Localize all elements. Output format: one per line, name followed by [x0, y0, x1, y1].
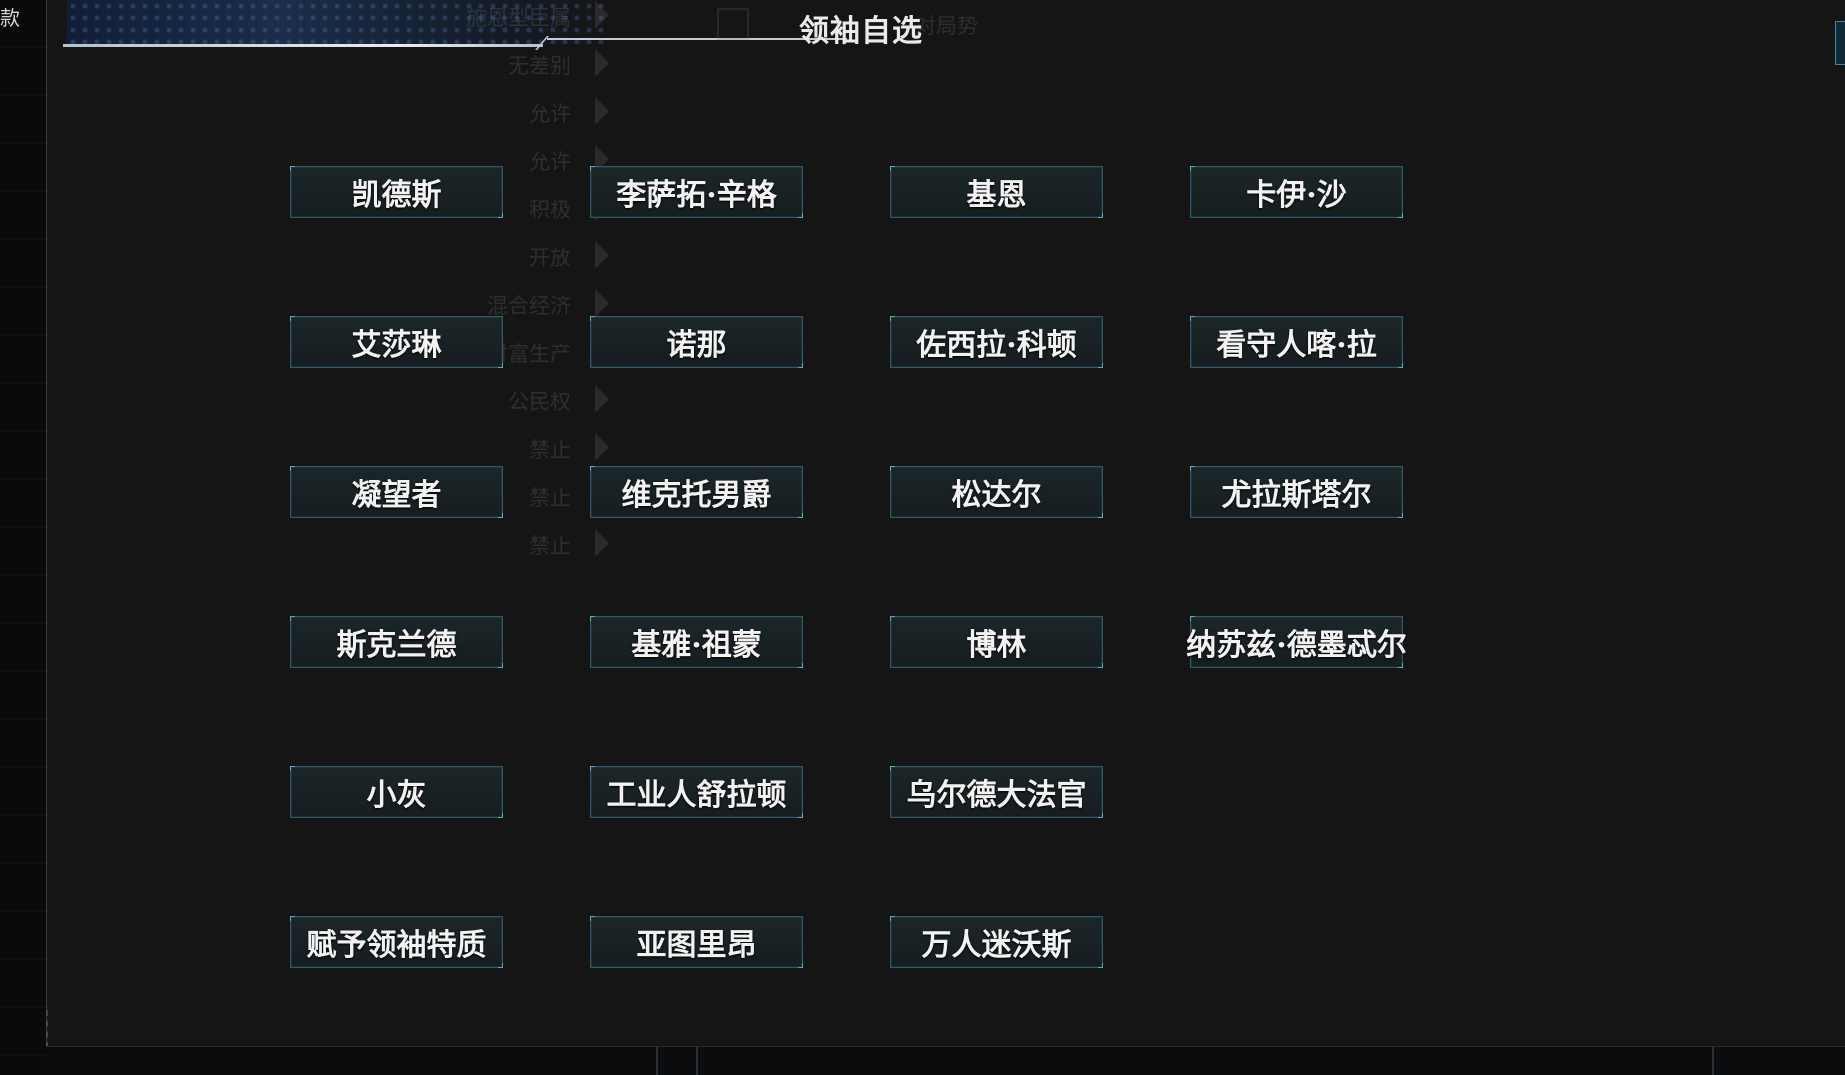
- background-arrow-icon: [595, 385, 609, 413]
- leader-button-label: 凝望者: [351, 478, 442, 513]
- leader-select-dialog: 施恩型臣属 无差别 允许 允许 积极 开放 混合经济 财富生产 公民权 禁止 禁止 禁止 对局势 领袖自…: [46, 0, 1845, 1047]
- leader-button-label: 卡伊·沙: [1246, 178, 1347, 213]
- background-arrow-icon: [595, 241, 609, 269]
- background-policy-value: 允许: [529, 102, 571, 126]
- leader-button[interactable]: 博林: [890, 616, 1103, 668]
- leader-button-label: 诺那: [666, 328, 727, 363]
- leader-button[interactable]: 凯德斯: [290, 166, 503, 218]
- leader-button-label: 斯克兰德: [336, 628, 457, 663]
- leader-button-label: 万人迷沃斯: [921, 928, 1072, 963]
- leader-button-label: 博林: [966, 628, 1027, 663]
- leader-button[interactable]: 乌尔德大法官: [890, 766, 1103, 818]
- leader-button[interactable]: 看守人喀·拉: [1190, 316, 1403, 368]
- leader-button[interactable]: 卡伊·沙: [1190, 166, 1403, 218]
- leader-button[interactable]: 维克托男爵: [590, 466, 803, 518]
- leader-button-label: 基雅·祖蒙: [631, 628, 762, 663]
- leader-button-label: 凯德斯: [351, 178, 442, 213]
- leader-button-label: 佐西拉·科顿: [916, 328, 1077, 363]
- dialog-title: 领袖自选: [799, 14, 923, 49]
- background-arrow-icon: [595, 289, 609, 317]
- leader-button-label: 工业人舒拉顿: [606, 778, 787, 813]
- leader-button-label: 松达尔: [951, 478, 1042, 513]
- background-arrow-icon: [595, 529, 609, 557]
- leader-button[interactable]: 斯克兰德: [290, 616, 503, 668]
- background-policy-value: 开放: [529, 246, 571, 270]
- leader-button[interactable]: 艾莎琳: [290, 316, 503, 368]
- background-bottom-bar: [46, 1046, 1845, 1075]
- leader-button[interactable]: 工业人舒拉顿: [590, 766, 803, 818]
- background-policy-value: 公民权: [508, 390, 571, 414]
- header-line: [63, 44, 543, 47]
- close-button[interactable]: [1835, 21, 1845, 65]
- background-arrow-icon: [595, 433, 609, 461]
- leader-button-label: 艾莎琳: [351, 328, 442, 363]
- background-policy-value: 禁止: [529, 534, 571, 558]
- leader-button[interactable]: 李萨拓·辛格: [590, 166, 803, 218]
- leader-button[interactable]: 松达尔: [890, 466, 1103, 518]
- leader-button-label: 维克托男爵: [621, 478, 772, 513]
- leader-button-label: 赋予领袖特质: [306, 928, 487, 963]
- leader-button-label: 尤拉斯塔尔: [1221, 478, 1372, 513]
- background-arrow-icon: [595, 49, 609, 77]
- leader-button[interactable]: 小灰: [290, 766, 503, 818]
- leader-button[interactable]: 尤拉斯塔尔: [1190, 466, 1403, 518]
- background-arrow-icon: [595, 97, 609, 125]
- leader-button[interactable]: 基恩: [890, 166, 1103, 218]
- screen: 款 施恩型臣属 无差别 允许 允许 积极 开放 混合经济 财富生产 公民权 禁止 禁止 禁止 对局势 领…: [0, 0, 1845, 1075]
- leader-button[interactable]: 凝望者: [290, 466, 503, 518]
- leader-button[interactable]: 亚图里昂: [590, 916, 803, 968]
- corner-decoration: [46, 1010, 84, 1048]
- leader-button-label: 乌尔德大法官: [906, 778, 1087, 813]
- leader-button-label: 纳苏兹·德墨忒尔: [1186, 628, 1407, 663]
- leader-button[interactable]: 诺那: [590, 316, 803, 368]
- left-panel-text: 款: [0, 6, 20, 30]
- background-checkbox: [717, 8, 749, 40]
- bottom-divider: [696, 1047, 698, 1075]
- bottom-divider: [1712, 1047, 1714, 1075]
- background-policy-value: 禁止: [529, 438, 571, 462]
- leader-button-label: 李萨拓·辛格: [616, 178, 777, 213]
- leader-button-label: 亚图里昂: [636, 928, 757, 963]
- leader-button[interactable]: 纳苏兹·德墨忒尔: [1186, 616, 1407, 668]
- leader-button-label: 小灰: [366, 778, 427, 813]
- leader-button[interactable]: 赋予领袖特质: [290, 916, 503, 968]
- background-left-panel: 款: [0, 0, 46, 1075]
- background-policy-value: 无差别: [508, 54, 571, 78]
- background-policy-value: 施恩型臣属: [466, 6, 571, 30]
- leader-button[interactable]: 基雅·祖蒙: [590, 616, 803, 668]
- leader-button[interactable]: 佐西拉·科顿: [890, 316, 1103, 368]
- leader-button[interactable]: 万人迷沃斯: [890, 916, 1103, 968]
- leader-button-label: 基恩: [966, 178, 1027, 213]
- background-arrow-icon: [595, 1, 609, 29]
- leader-button-label: 看守人喀·拉: [1216, 328, 1377, 363]
- bottom-divider: [656, 1047, 658, 1075]
